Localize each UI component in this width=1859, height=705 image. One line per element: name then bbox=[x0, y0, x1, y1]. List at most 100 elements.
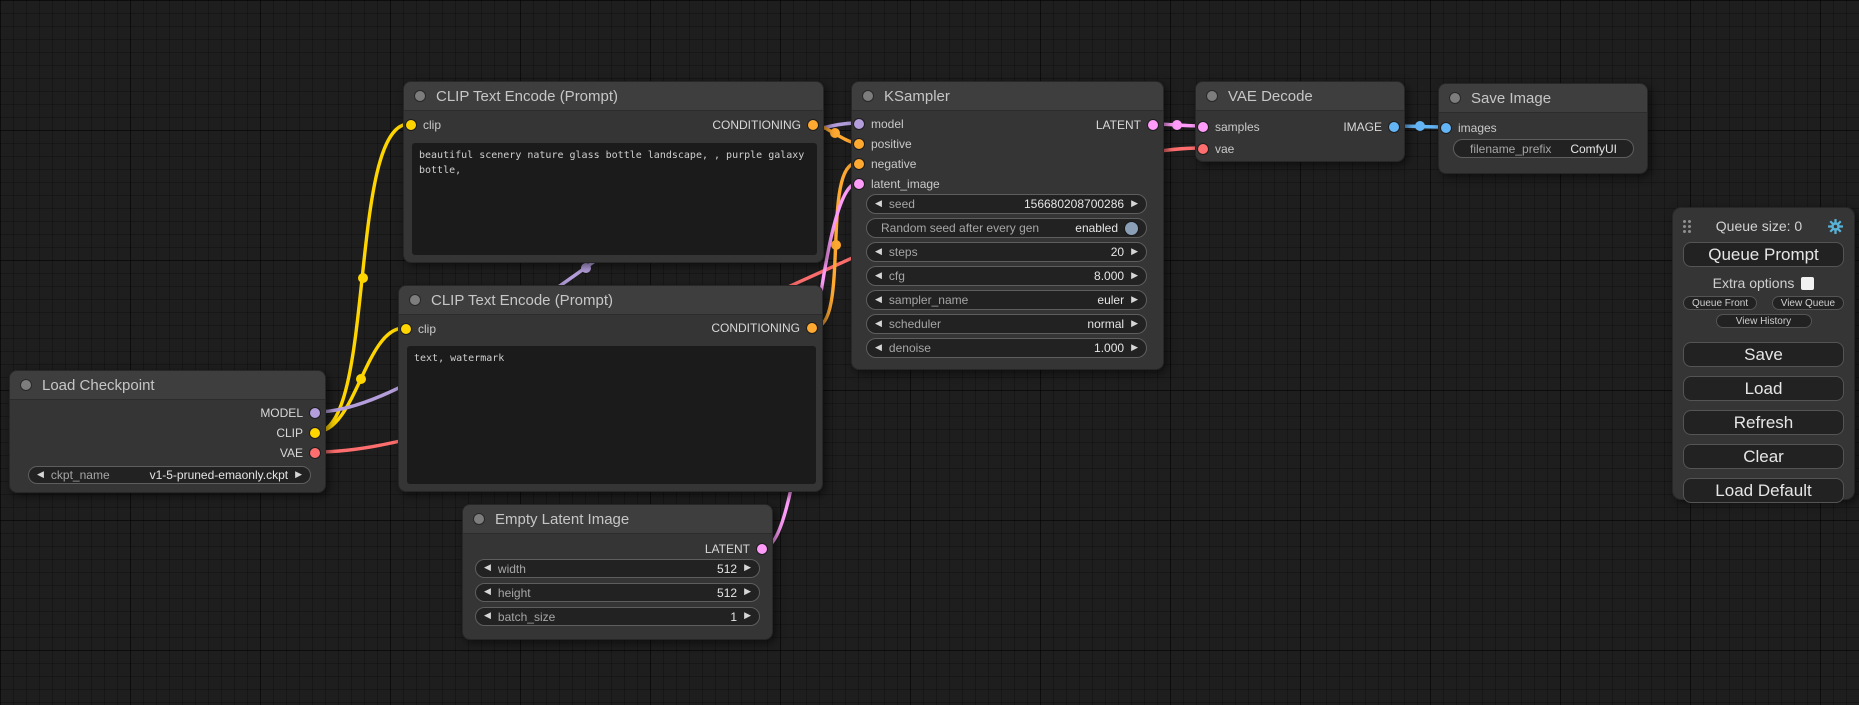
vae-port-dot[interactable] bbox=[310, 448, 320, 458]
positive-prompt-textarea[interactable]: beautiful scenery nature glass bottle la… bbox=[412, 143, 817, 255]
latent-port-dot[interactable] bbox=[1148, 120, 1158, 130]
decrement-arrow-icon[interactable]: ◀ bbox=[875, 200, 882, 209]
clip-port-dot[interactable] bbox=[406, 120, 416, 130]
model-port-dot[interactable] bbox=[310, 408, 320, 418]
node-graph-canvas[interactable]: Load Checkpoint MODEL CLIP VAE ◀ ckpt_na… bbox=[0, 0, 1859, 705]
queue-menu-panel: Queue size: 0 Queue Prompt Extra options bbox=[1672, 207, 1855, 500]
increment-arrow-icon[interactable]: ▶ bbox=[1131, 320, 1138, 329]
image-port-dot[interactable] bbox=[1389, 122, 1399, 132]
increment-arrow-icon[interactable]: ▶ bbox=[1131, 200, 1138, 209]
ckpt-name-widget[interactable]: ◀ ckpt_name v1-5-pruned-emaonly.ckpt ▶ bbox=[28, 466, 311, 484]
extra-options-checkbox[interactable] bbox=[1801, 277, 1814, 290]
increment-arrow-icon[interactable]: ▶ bbox=[744, 612, 751, 621]
load-button[interactable]: Load bbox=[1683, 376, 1844, 401]
collapse-dot-icon[interactable] bbox=[474, 514, 484, 524]
clip-port-dot[interactable] bbox=[401, 324, 411, 334]
clear-button[interactable]: Clear bbox=[1683, 444, 1844, 469]
width-widget[interactable]: ◀ width 512 ▶ bbox=[475, 559, 760, 578]
node-clip-text-encode-negative: CLIP Text Encode (Prompt) clip CONDITION… bbox=[398, 285, 823, 492]
link-midpoint-dot[interactable] bbox=[1415, 121, 1425, 131]
input-label: clip bbox=[418, 322, 436, 336]
save-button[interactable]: Save bbox=[1683, 342, 1844, 367]
node-title: Save Image bbox=[1471, 90, 1551, 107]
node-titlebar[interactable]: KSampler bbox=[852, 82, 1163, 111]
collapse-dot-icon[interactable] bbox=[1450, 93, 1460, 103]
scheduler-widget[interactable]: ◀ scheduler normal ▶ bbox=[866, 314, 1147, 334]
decrement-arrow-icon[interactable]: ◀ bbox=[875, 320, 882, 329]
decrement-arrow-icon[interactable]: ◀ bbox=[875, 296, 882, 305]
conditioning-port-dot[interactable] bbox=[808, 120, 818, 130]
output-conditioning: CONDITIONING bbox=[711, 318, 817, 338]
decrement-arrow-icon[interactable]: ◀ bbox=[484, 612, 491, 621]
gear-icon[interactable] bbox=[1827, 218, 1844, 235]
decrement-arrow-icon[interactable]: ◀ bbox=[875, 272, 882, 281]
collapse-dot-icon[interactable] bbox=[415, 91, 425, 101]
queue-front-button[interactable]: Queue Front bbox=[1683, 296, 1757, 310]
node-titlebar[interactable]: CLIP Text Encode (Prompt) bbox=[399, 286, 822, 315]
link-midpoint-dot[interactable] bbox=[581, 263, 591, 273]
increment-arrow-icon[interactable]: ▶ bbox=[1131, 272, 1138, 281]
widget-value: euler bbox=[1097, 293, 1124, 307]
link-midpoint-dot[interactable] bbox=[831, 240, 841, 250]
queue-prompt-button[interactable]: Queue Prompt bbox=[1683, 242, 1844, 267]
collapse-dot-icon[interactable] bbox=[410, 295, 420, 305]
collapse-dot-icon[interactable] bbox=[21, 380, 31, 390]
clip-port-dot[interactable] bbox=[310, 428, 320, 438]
link-midpoint-dot[interactable] bbox=[358, 273, 368, 283]
height-widget[interactable]: ◀ height 512 ▶ bbox=[475, 583, 760, 602]
node-titlebar[interactable]: CLIP Text Encode (Prompt) bbox=[404, 82, 823, 111]
view-history-button[interactable]: View History bbox=[1716, 314, 1812, 328]
output-vae: VAE bbox=[280, 443, 320, 463]
refresh-button[interactable]: Refresh bbox=[1683, 410, 1844, 435]
decrement-arrow-icon[interactable]: ◀ bbox=[484, 588, 491, 597]
negative-prompt-textarea[interactable]: text, watermark bbox=[407, 346, 816, 484]
link-midpoint-dot[interactable] bbox=[830, 128, 840, 138]
node-titlebar[interactable]: Empty Latent Image bbox=[463, 505, 772, 534]
input-label: clip bbox=[423, 118, 441, 132]
conditioning-port-dot[interactable] bbox=[854, 159, 864, 169]
decrement-arrow-icon[interactable]: ◀ bbox=[875, 248, 882, 257]
image-port-dot[interactable] bbox=[1441, 123, 1451, 133]
widget-label: batch_size bbox=[498, 610, 555, 624]
filename-prefix-widget[interactable]: filename_prefix ComfyUI bbox=[1453, 139, 1634, 158]
conditioning-port-dot[interactable] bbox=[854, 139, 864, 149]
conditioning-port-dot[interactable] bbox=[807, 323, 817, 333]
widget-label: Random seed after every gen bbox=[881, 221, 1039, 235]
node-titlebar[interactable]: VAE Decode bbox=[1196, 82, 1404, 111]
sampler-name-widget[interactable]: ◀ sampler_name euler ▶ bbox=[866, 290, 1147, 310]
drag-handle-icon[interactable] bbox=[1683, 220, 1691, 233]
increment-arrow-icon[interactable]: ▶ bbox=[744, 588, 751, 597]
collapse-dot-icon[interactable] bbox=[863, 91, 873, 101]
toggle-enabled-icon[interactable] bbox=[1125, 222, 1138, 235]
view-queue-button[interactable]: View Queue bbox=[1772, 296, 1844, 310]
increment-arrow-icon[interactable]: ▶ bbox=[1131, 296, 1138, 305]
node-titlebar[interactable]: Load Checkpoint bbox=[10, 371, 325, 400]
seed-widget[interactable]: ◀ seed 156680208700286 ▶ bbox=[866, 194, 1147, 214]
increment-arrow-icon[interactable]: ▶ bbox=[1131, 248, 1138, 257]
vae-port-dot[interactable] bbox=[1198, 144, 1208, 154]
denoise-widget[interactable]: ◀ denoise 1.000 ▶ bbox=[866, 338, 1147, 358]
increment-arrow-icon[interactable]: ▶ bbox=[744, 564, 751, 573]
input-label: positive bbox=[871, 137, 912, 151]
latent-port-dot[interactable] bbox=[854, 179, 864, 189]
link-midpoint-dot[interactable] bbox=[1172, 120, 1182, 130]
load-default-button[interactable]: Load Default bbox=[1683, 478, 1844, 503]
collapse-dot-icon[interactable] bbox=[1207, 91, 1217, 101]
latent-port-dot[interactable] bbox=[757, 544, 767, 554]
widget-value: 156680208700286 bbox=[1024, 197, 1124, 211]
decrement-arrow-icon[interactable]: ◀ bbox=[875, 344, 882, 353]
widget-value: normal bbox=[1087, 317, 1124, 331]
random-seed-toggle-widget[interactable]: Random seed after every gen enabled bbox=[866, 218, 1147, 238]
widget-label: filename_prefix bbox=[1470, 142, 1551, 156]
node-titlebar[interactable]: Save Image bbox=[1439, 84, 1647, 113]
batch-size-widget[interactable]: ◀ batch_size 1 ▶ bbox=[475, 607, 760, 626]
latent-port-dot[interactable] bbox=[1198, 122, 1208, 132]
increment-arrow-icon[interactable]: ▶ bbox=[1131, 344, 1138, 353]
steps-widget[interactable]: ◀ steps 20 ▶ bbox=[866, 242, 1147, 262]
cfg-widget[interactable]: ◀ cfg 8.000 ▶ bbox=[866, 266, 1147, 286]
model-port-dot[interactable] bbox=[854, 119, 864, 129]
decrement-arrow-icon[interactable]: ◀ bbox=[484, 564, 491, 573]
increment-arrow-icon[interactable]: ▶ bbox=[295, 471, 302, 480]
link-midpoint-dot[interactable] bbox=[356, 374, 366, 384]
decrement-arrow-icon[interactable]: ◀ bbox=[37, 471, 44, 480]
